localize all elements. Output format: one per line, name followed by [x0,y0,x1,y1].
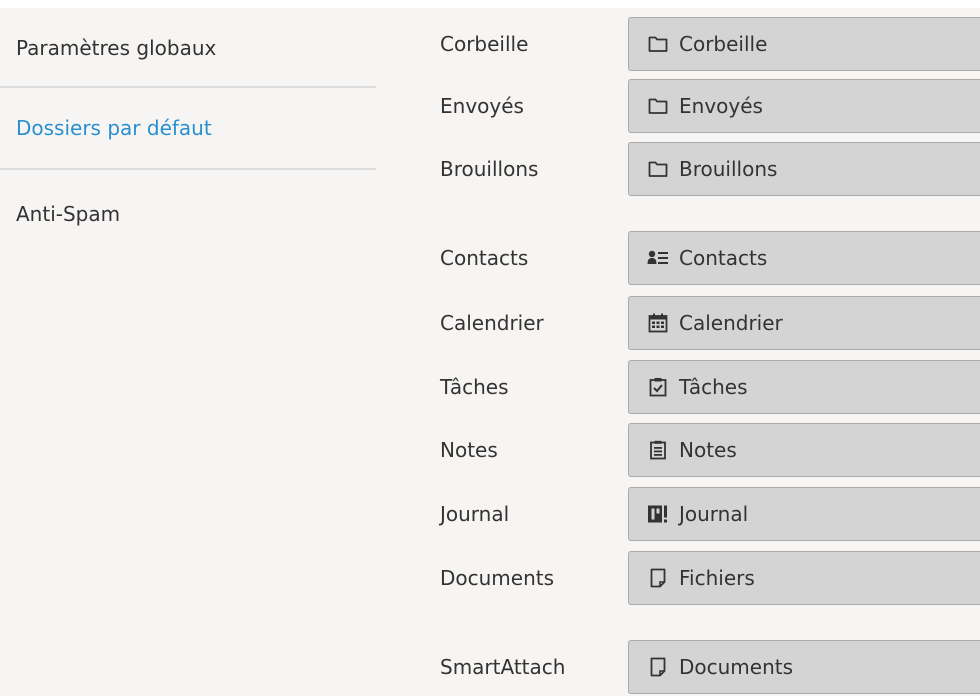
folder-row-label: Journal [440,502,510,526]
sent-folder-picker-button[interactable]: Envoyés [628,79,980,133]
settings-nav: Paramètres globaux Dossiers par défaut A… [0,8,376,250]
folder-row-trash: Corbeille Corbeille [440,17,980,71]
folder-picker-value: Notes [679,438,737,462]
journal-folder-picker-button[interactable]: Journal [628,487,980,541]
folder-row-label: SmartAttach [440,655,566,679]
journal-icon [647,503,669,525]
drafts-folder-picker-button[interactable]: Brouillons [628,142,980,196]
folder-picker-value: Calendrier [679,311,783,335]
folder-row-sent: Envoyés Envoyés [440,79,980,133]
folder-row-tasks: Tâches Tâches [440,360,980,414]
folder-picker-value: Contacts [679,246,768,270]
folder-row-label: Contacts [440,246,529,270]
folder-picker-value: Corbeille [679,32,768,56]
folder-row-label: Corbeille [440,32,529,56]
calendar-folder-picker-button[interactable]: Calendrier [628,296,980,350]
folder-row-label: Calendrier [440,311,544,335]
folder-row-label: Envoyés [440,94,524,118]
folder-picker-value: Documents [679,655,794,679]
folder-icon [647,158,669,180]
nav-item-default-folders[interactable]: Dossiers par défaut [0,88,376,168]
contacts-folder-picker-button[interactable]: Contacts [628,231,980,285]
folder-row-notes: Notes Notes [440,423,980,477]
folder-row-smartattach: SmartAttach Documents [440,640,980,694]
folder-picker-value: Envoyés [679,94,763,118]
folder-picker-value: Brouillons [679,157,778,181]
folder-row-journal: Journal Journal [440,487,980,541]
contacts-icon [647,247,669,269]
folder-picker-value: Journal [679,502,749,526]
folder-row-contacts: Contacts Contacts [440,231,980,285]
notes-icon [647,439,669,461]
notes-folder-picker-button[interactable]: Notes [628,423,980,477]
folder-row-calendar: Calendrier Calendrier [440,296,980,350]
documents-folder-picker-button[interactable]: Fichiers [628,551,980,605]
tasks-icon [647,376,669,398]
folder-row-documents: Documents Fichiers [440,551,980,605]
folder-row-drafts: Brouillons Brouillons [440,142,980,196]
folder-row-label: Brouillons [440,157,539,181]
file-icon [647,656,669,678]
nav-item-anti-spam[interactable]: Anti-Spam [0,170,376,250]
smartattach-folder-picker-button[interactable]: Documents [628,640,980,694]
folder-row-label: Tâches [440,375,509,399]
tasks-folder-picker-button[interactable]: Tâches [628,360,980,414]
calendar-icon [647,312,669,334]
trash-folder-picker-button[interactable]: Corbeille [628,17,980,71]
folder-row-label: Documents [440,566,555,590]
folder-icon [647,95,669,117]
top-strip [0,0,980,8]
folder-picker-value: Fichiers [679,566,755,590]
folder-row-label: Notes [440,438,498,462]
nav-item-global-settings[interactable]: Paramètres globaux [0,8,376,86]
folder-icon [647,33,669,55]
folder-picker-value: Tâches [679,375,748,399]
file-icon [647,567,669,589]
